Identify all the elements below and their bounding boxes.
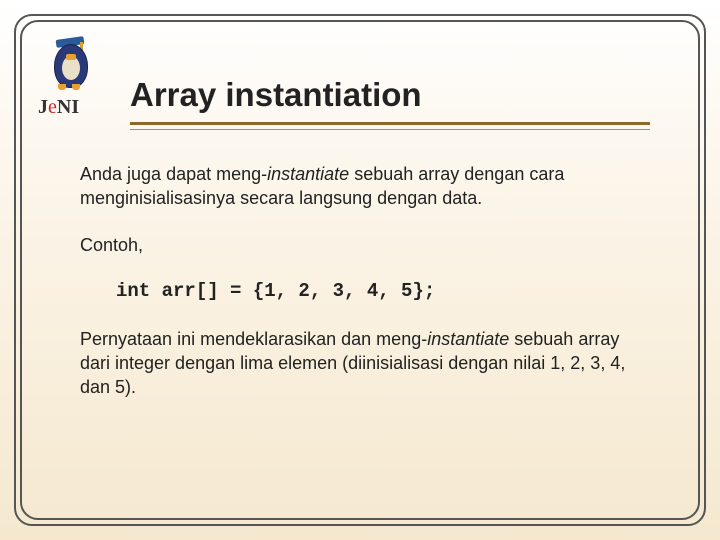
title-rule-thin xyxy=(130,129,650,130)
paragraph-1: Anda juga dapat meng-instantiate sebuah … xyxy=(80,162,640,211)
logo-text-e: e xyxy=(48,96,57,118)
paragraph-3: Pernyataan ini mendeklarasikan dan meng-… xyxy=(80,327,640,400)
header: Array instantiation xyxy=(130,28,680,130)
paragraph-2: Contoh, xyxy=(80,233,640,257)
mascot-foot-icon xyxy=(72,84,80,90)
mascot-beak-icon xyxy=(66,54,76,60)
para3-italic: instantiate xyxy=(427,329,509,349)
content: Anda juga dapat meng-instantiate sebuah … xyxy=(80,162,640,399)
mascot-foot-icon xyxy=(58,84,66,90)
slide: JeNI Array instantiation Anda juga dapat… xyxy=(0,0,720,540)
para1-italic: instantiate xyxy=(267,164,349,184)
slide-title: Array instantiation xyxy=(130,76,680,114)
logo-text: JeNI xyxy=(38,96,79,119)
code-example: int arr[] = {1, 2, 3, 4, 5}; xyxy=(116,279,640,305)
jeni-logo: JeNI xyxy=(36,40,110,136)
logo-text-ni: NI xyxy=(57,96,79,118)
para1-pre: Anda juga dapat meng- xyxy=(80,164,267,184)
para3-pre: Pernyataan ini mendeklarasikan dan meng- xyxy=(80,329,427,349)
title-rule-thick xyxy=(130,122,650,125)
logo-text-j: J xyxy=(38,96,48,118)
